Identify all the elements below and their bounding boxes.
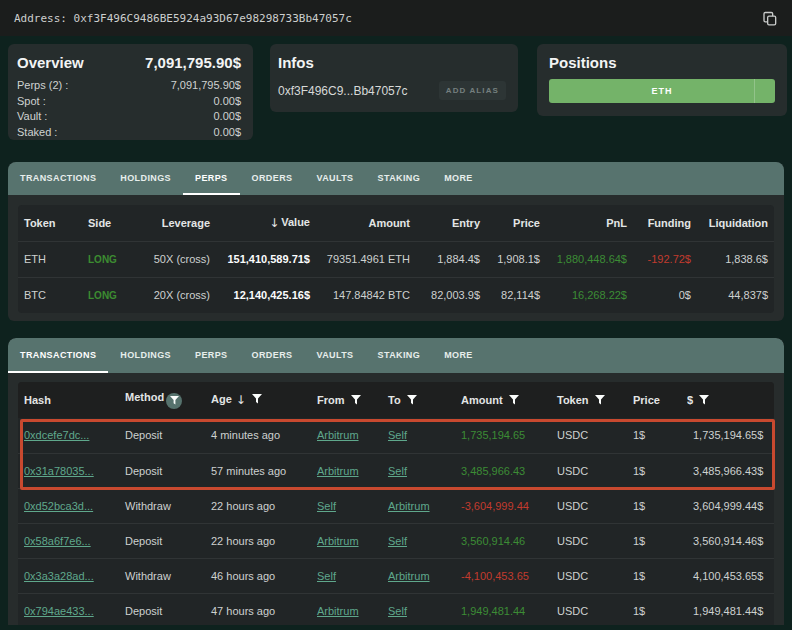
tx-from-link[interactable]: Self [317,570,336,582]
tx-hash-link[interactable]: 0x31a78035... [24,465,94,477]
overview-row-spot: Spot :0.00$ [17,94,241,110]
tx-tabbar: TRANSACTIONS HOLDINGS PERPS ORDERS VAULT… [8,338,784,373]
perps-tab-transactions[interactable]: TRANSACTIONS [8,162,108,195]
tx-from-link[interactable]: Arbitrum [317,429,359,441]
perps-tab-staking[interactable]: STAKING [366,162,433,195]
overview-row-staked: Staked :0.00$ [17,125,241,141]
tx-tab-transactions[interactable]: TRANSACTIONS [8,338,108,373]
perps-col-price[interactable]: Price [486,205,546,241]
tx-to-link[interactable]: Self [388,429,407,441]
tx-row-1: 0xdcefe7dc... Deposit 4 minutes ago Arbi… [18,418,774,453]
address-bar: Address: 0xf3F496C9486BE5924a93D67e98298… [0,0,792,36]
tx-to-link[interactable]: Self [388,535,407,547]
transactions-section: TRANSACTIONS HOLDINGS PERPS ORDERS VAULT… [8,338,784,625]
perps-col-side: Side [82,205,142,241]
copy-icon [762,10,778,27]
address-text: Address: 0xf3F496C9486BE5924a93D67e98298… [14,12,352,25]
tx-tab-vaults[interactable]: VAULTS [304,338,365,373]
perps-header-row: Token Side Leverage ↓Value Amount Entry … [18,205,774,241]
tx-from-link[interactable]: Arbitrum [317,605,359,617]
position-button-divider [754,79,755,103]
tx-table-card: Hash Method Age↓ From To Amount Token Pr… [18,382,774,625]
add-alias-button[interactable]: ADD ALIAS [439,81,506,100]
tx-col-to[interactable]: To [382,382,455,418]
positions-card: Positions ETH [537,44,787,116]
infos-card: Infos 0xf3F496C9...Bb47057c ADD ALIAS [270,44,518,112]
perps-col-liquidation[interactable]: Liquidation [697,205,774,241]
usd-filter-icon[interactable] [699,395,709,405]
perps-section: TRANSACTIONS HOLDINGS PERPS ORDERS VAULT… [8,162,784,321]
tx-tab-holdings[interactable]: HOLDINGS [108,338,183,373]
tx-col-age[interactable]: Age↓ [205,382,311,418]
tx-row-2: 0x31a78035... Deposit 57 minutes ago Arb… [18,453,774,488]
tx-col-from[interactable]: From [311,382,382,418]
to-filter-icon[interactable] [407,395,417,405]
tx-row-4: 0x58a6f7e6... Deposit 22 hours ago Arbit… [18,523,774,558]
perps-col-pnl[interactable]: PnL [546,205,633,241]
position-eth-button[interactable]: ETH [549,79,775,103]
token-filter-icon[interactable] [595,395,605,405]
sort-desc-icon: ↓ [236,393,246,407]
tx-row-5: 0x3a3a28ad... Withdraw 46 hours ago Self… [18,558,774,593]
tx-hash-link[interactable]: 0x3a3a28ad... [24,570,94,582]
perps-col-amount[interactable]: Amount [316,205,416,241]
perps-col-leverage[interactable]: Leverage [142,205,216,241]
tx-col-price: Price [627,382,687,418]
positions-title: Positions [549,54,617,71]
perps-row-btc: BTC LONG 20X (cross) 12,140,425.16$ 147.… [18,277,774,313]
from-filter-icon[interactable] [351,395,361,405]
perps-col-funding[interactable]: Funding [633,205,697,241]
tx-from-link[interactable]: Arbitrum [317,465,359,477]
overview-title: Overview [17,54,84,71]
tx-tab-orders[interactable]: ORDERS [240,338,305,373]
tx-col-hash: Hash [18,382,119,418]
tx-tab-perps[interactable]: PERPS [183,338,240,373]
infos-title: Infos [278,54,314,71]
tx-to-link[interactable]: Self [388,605,407,617]
tx-col-token[interactable]: Token [551,382,627,418]
tx-col-usd[interactable]: $ [687,382,774,418]
perps-tab-orders[interactable]: ORDERS [240,162,305,195]
tx-from-link[interactable]: Self [317,500,336,512]
perps-tab-vaults[interactable]: VAULTS [304,162,365,195]
tx-hash-link[interactable]: 0xd52bca3d... [24,500,93,512]
perps-col-token: Token [18,205,82,241]
perps-tab-perps[interactable]: PERPS [183,162,240,195]
tx-hash-link[interactable]: 0x58a6f7e6... [24,535,91,547]
tx-to-link[interactable]: Arbitrum [388,570,430,582]
perps-table-card: Token Side Leverage ↓Value Amount Entry … [18,205,774,313]
tx-row-6: 0x794ae433... Deposit 47 hours ago Arbit… [18,593,774,625]
perps-tabbar: TRANSACTIONS HOLDINGS PERPS ORDERS VAULT… [8,162,784,195]
perps-row-eth: ETH LONG 50X (cross) 151,410,589.71$ 793… [18,241,774,277]
overview-row-perps: Perps (2) :7,091,795.90$ [17,78,241,94]
tx-to-link[interactable]: Arbitrum [388,500,430,512]
tx-hash-link[interactable]: 0x794ae433... [24,605,94,617]
perps-col-value[interactable]: ↓Value [216,205,316,241]
tx-col-amount[interactable]: Amount [455,382,551,418]
tx-to-link[interactable]: Self [388,465,407,477]
perps-tab-more[interactable]: MORE [432,162,485,195]
tx-header-row: Hash Method Age↓ From To Amount Token Pr… [18,382,774,418]
tx-tab-staking[interactable]: STAKING [366,338,433,373]
copy-address-button[interactable] [762,10,778,27]
overview-card: Overview 7,091,795.90$ Perps (2) :7,091,… [8,44,253,140]
tx-tab-more[interactable]: MORE [432,338,485,373]
amount-filter-icon[interactable] [509,395,519,405]
tx-col-method[interactable]: Method [119,382,205,418]
overview-row-vault: Vault :0.00$ [17,109,241,125]
tx-row-3: 0xd52bca3d... Withdraw 22 hours ago Self… [18,488,774,523]
perps-tab-holdings[interactable]: HOLDINGS [108,162,183,195]
overview-total: 7,091,795.90$ [145,54,241,71]
infos-address: 0xf3F496C9...Bb47057c [278,84,407,98]
age-filter-icon[interactable] [252,394,262,404]
sort-desc-icon: ↓ [269,216,279,230]
tx-from-link[interactable]: Arbitrum [317,535,359,547]
method-filter-icon[interactable] [166,393,182,409]
perps-col-entry[interactable]: Entry [416,205,486,241]
tx-hash-link[interactable]: 0xdcefe7dc... [24,429,89,441]
